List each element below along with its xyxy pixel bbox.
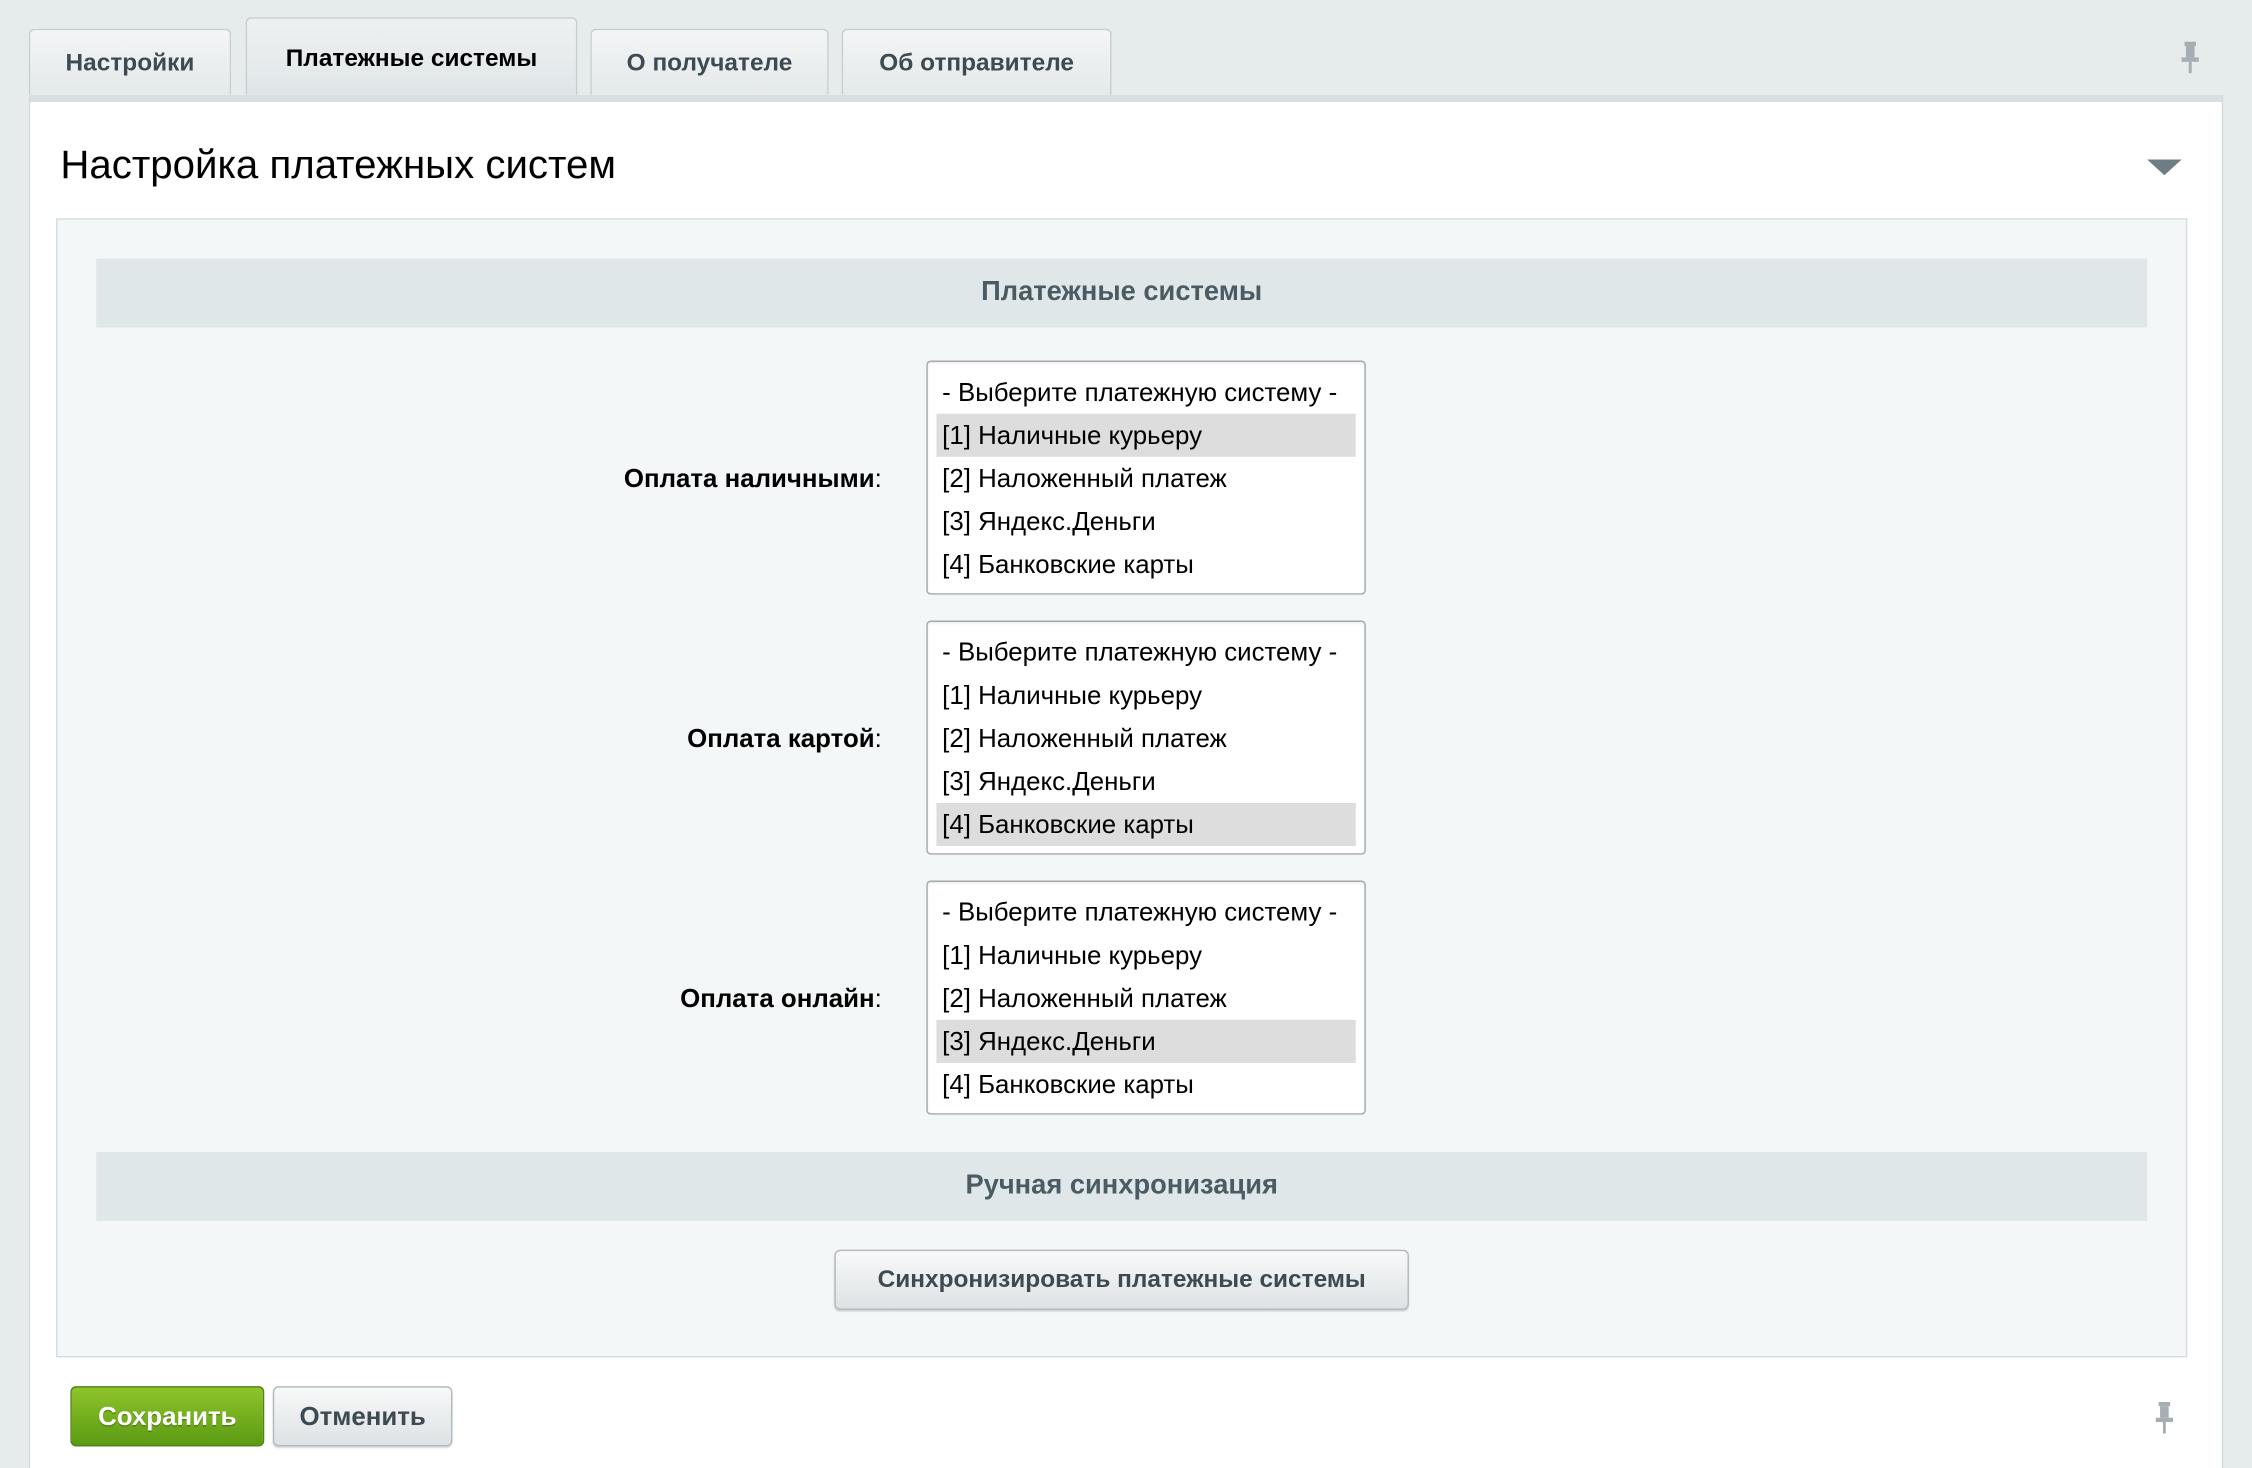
online-payment-select[interactable]: - Выберите платежную систему - [1] Налич… xyxy=(926,880,1366,1115)
option-bank-cards[interactable]: [4] Банковские карты xyxy=(936,543,1355,586)
option-none[interactable]: - Выберите платежную систему - xyxy=(936,891,1355,934)
tab-settings[interactable]: Настройки xyxy=(28,28,232,95)
tab-recipient[interactable]: О получателе xyxy=(590,28,829,95)
cash-payment-select[interactable]: - Выберите платежную систему - [1] Налич… xyxy=(926,360,1366,595)
option-none[interactable]: - Выберите платежную систему - xyxy=(936,371,1355,414)
online-payment-label: Оплата онлайн: xyxy=(680,983,882,1013)
card-payment-label: Оплата картой: xyxy=(687,723,882,753)
option-cod[interactable]: [2] Наложенный платеж xyxy=(936,457,1355,500)
save-button[interactable]: Сохранить xyxy=(70,1386,265,1447)
settings-panel: Настройка платежных систем Платежные сис… xyxy=(28,94,2224,1468)
pin-icon[interactable] xyxy=(2180,41,2200,74)
collapse-arrow-icon[interactable] xyxy=(2147,159,2182,176)
option-none[interactable]: - Выберите платежную систему - xyxy=(936,631,1355,674)
option-cod[interactable]: [2] Наложенный платеж xyxy=(936,717,1355,760)
option-cash-courier[interactable]: [1] Наличные курьеру xyxy=(936,413,1356,457)
cancel-button[interactable]: Отменить xyxy=(272,1386,453,1447)
option-cod[interactable]: [2] Наложенный платеж xyxy=(936,977,1355,1020)
settings-page: Настройки Платежные системы О получателе… xyxy=(0,0,2252,1468)
section-header-payment-systems: Платежные системы xyxy=(96,258,2148,328)
option-yandex-money[interactable]: [3] Яндекс.Деньги xyxy=(936,1019,1356,1063)
sync-payment-systems-button[interactable]: Синхронизировать платежные системы xyxy=(834,1249,1409,1310)
option-bank-cards[interactable]: [4] Банковские карты xyxy=(936,802,1356,847)
option-yandex-money[interactable]: [3] Яндекс.Деньги xyxy=(936,500,1355,543)
panel-title: Настройка платежных систем xyxy=(60,142,617,187)
option-cash-courier[interactable]: [1] Наличные курьеру xyxy=(936,674,1355,717)
option-bank-cards[interactable]: [4] Банковские карты xyxy=(936,1063,1355,1106)
tab-sender[interactable]: Об отправителе xyxy=(841,28,1112,95)
cash-payment-label: Оплата наличными: xyxy=(623,463,882,493)
card-payment-select[interactable]: - Выберите платежную систему - [1] Налич… xyxy=(926,620,1366,855)
tab-payment-systems[interactable]: Платежные системы xyxy=(245,17,578,98)
option-yandex-money[interactable]: [3] Яндекс.Деньги xyxy=(936,760,1355,803)
option-cash-courier[interactable]: [1] Наличные курьеру xyxy=(936,934,1355,977)
pin-icon[interactable] xyxy=(2154,1401,2174,1434)
section-header-manual-sync: Ручная синхронизация xyxy=(96,1151,2148,1221)
settings-form: Платежные системы Оплата наличными: - Вы… xyxy=(56,218,2188,1358)
